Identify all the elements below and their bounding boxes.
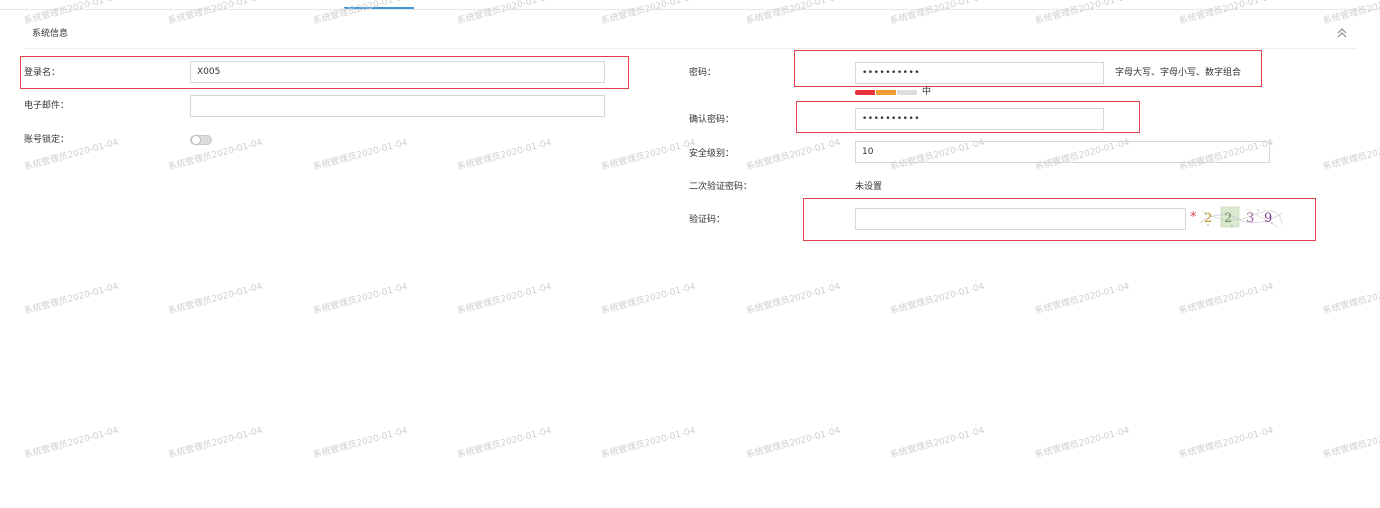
- email-input[interactable]: [190, 95, 605, 117]
- captcha-char-4: 9: [1264, 211, 1272, 226]
- watermark-text: 系统管理员2020-01-04: [167, 281, 264, 317]
- password-label: 密码：: [689, 68, 717, 78]
- watermark-text: 系统管理员2020-01-04: [1034, 0, 1131, 27]
- captcha-label: 验证码：: [689, 215, 726, 225]
- watermark-text: 系统管理员2020-01-04: [1322, 281, 1380, 317]
- watermark-text: 系统管理员2020-01-04: [456, 425, 553, 461]
- twofa-label: 二次验证密码：: [689, 182, 753, 192]
- watermark-text: 系统管理员2020-01-04: [745, 137, 842, 173]
- security-level-label: 安全级别：: [689, 149, 735, 159]
- watermark-text: 系统管理员2020-01-04: [167, 137, 264, 173]
- watermark-text: 系统管理员2020-01-04: [889, 0, 986, 27]
- watermark-text: 系统管理员2020-01-04: [23, 425, 120, 461]
- active-tab-indicator: [344, 7, 414, 9]
- watermark-text: 系统管理员2020-01-04: [1322, 0, 1380, 27]
- confirm-password-label: 确认密码：: [689, 115, 735, 125]
- strength-bar-medium: [876, 90, 896, 95]
- watermark-text: 系统管理员2020-01-04: [600, 137, 697, 173]
- watermark-text: 系统管理员2020-01-04: [167, 0, 264, 27]
- watermark-text: 系统管理员2020-01-04: [1322, 137, 1380, 173]
- watermark-text: 系统管理员2020-01-04: [1178, 0, 1275, 27]
- watermark-text: 系统管理员2020-01-04: [1178, 281, 1275, 317]
- watermark-text: 系统管理员2020-01-04: [600, 0, 697, 27]
- strength-bar-weak: [855, 90, 875, 95]
- strength-bar-strong: [897, 90, 917, 95]
- watermark-text: 系统管理员2020-01-04: [600, 425, 697, 461]
- captcha-char-2: 2: [1224, 211, 1232, 226]
- password-input[interactable]: ••••••••••: [855, 62, 1104, 84]
- watermark-text: 系统管理员2020-01-04: [167, 425, 264, 461]
- login-name-value: X005: [197, 67, 221, 77]
- login-label: 登录名：: [24, 68, 61, 78]
- watermark-text: 系统管理员2020-01-04: [1178, 425, 1275, 461]
- password-value: ••••••••••: [862, 68, 921, 78]
- captcha-char-3: 3: [1246, 211, 1254, 226]
- tab-bar-line: [0, 9, 1380, 10]
- required-mark: *: [1190, 210, 1197, 225]
- watermark-text: 系统管理员2020-01-04: [23, 0, 120, 27]
- section-divider: [24, 48, 1356, 49]
- watermark-text: 系统管理员2020-01-04: [1322, 425, 1380, 461]
- confirm-password-value: ••••••••••: [862, 114, 921, 124]
- watermark-text: 系统管理员2020-01-04: [456, 137, 553, 173]
- captcha-input[interactable]: [855, 208, 1186, 230]
- watermark-text: 系统管理员2020-01-04: [312, 0, 409, 27]
- account-lock-label: 账号锁定：: [24, 135, 70, 145]
- watermark-text: 系统管理员2020-01-04: [312, 425, 409, 461]
- captcha-char-1: 2: [1204, 211, 1212, 226]
- watermark-text: 系统管理员2020-01-04: [456, 281, 553, 317]
- watermark-text: 系统管理员2020-01-04: [600, 281, 697, 317]
- login-name-input[interactable]: X005: [190, 61, 605, 83]
- security-level-input[interactable]: 10: [855, 141, 1270, 163]
- strength-text: 中: [922, 87, 932, 97]
- watermark-text: 系统管理员2020-01-04: [312, 137, 409, 173]
- watermark-text: 系统管理员2020-01-04: [1034, 281, 1131, 317]
- confirm-password-input[interactable]: ••••••••••: [855, 108, 1104, 130]
- toggle-knob: [191, 135, 201, 145]
- watermark-text: 系统管理员2020-01-04: [889, 425, 986, 461]
- security-level-value: 10: [862, 147, 874, 157]
- watermark-text: 系统管理员2020-01-04: [456, 0, 553, 27]
- section-title: 系统信息: [32, 29, 69, 39]
- watermark-text: 系统管理员2020-01-04: [745, 425, 842, 461]
- twofa-value: 未设置: [855, 182, 883, 192]
- watermark-text: 系统管理员2020-01-04: [23, 281, 120, 317]
- collapse-icon[interactable]: [1336, 27, 1348, 39]
- email-label: 电子邮件：: [24, 101, 70, 111]
- watermark-text: 系统管理员2020-01-04: [745, 0, 842, 27]
- watermark-text: 系统管理员2020-01-04: [745, 281, 842, 317]
- watermark-text: 系统管理员2020-01-04: [1034, 425, 1131, 461]
- watermark-text: 系统管理员2020-01-04: [312, 281, 409, 317]
- captcha-image[interactable]: 2 2 3 9: [1198, 205, 1284, 229]
- password-hint: 字母大写、字母小写、数字组合: [1115, 68, 1242, 78]
- account-lock-toggle[interactable]: [190, 135, 212, 145]
- watermark-text: 系统管理员2020-01-04: [889, 281, 986, 317]
